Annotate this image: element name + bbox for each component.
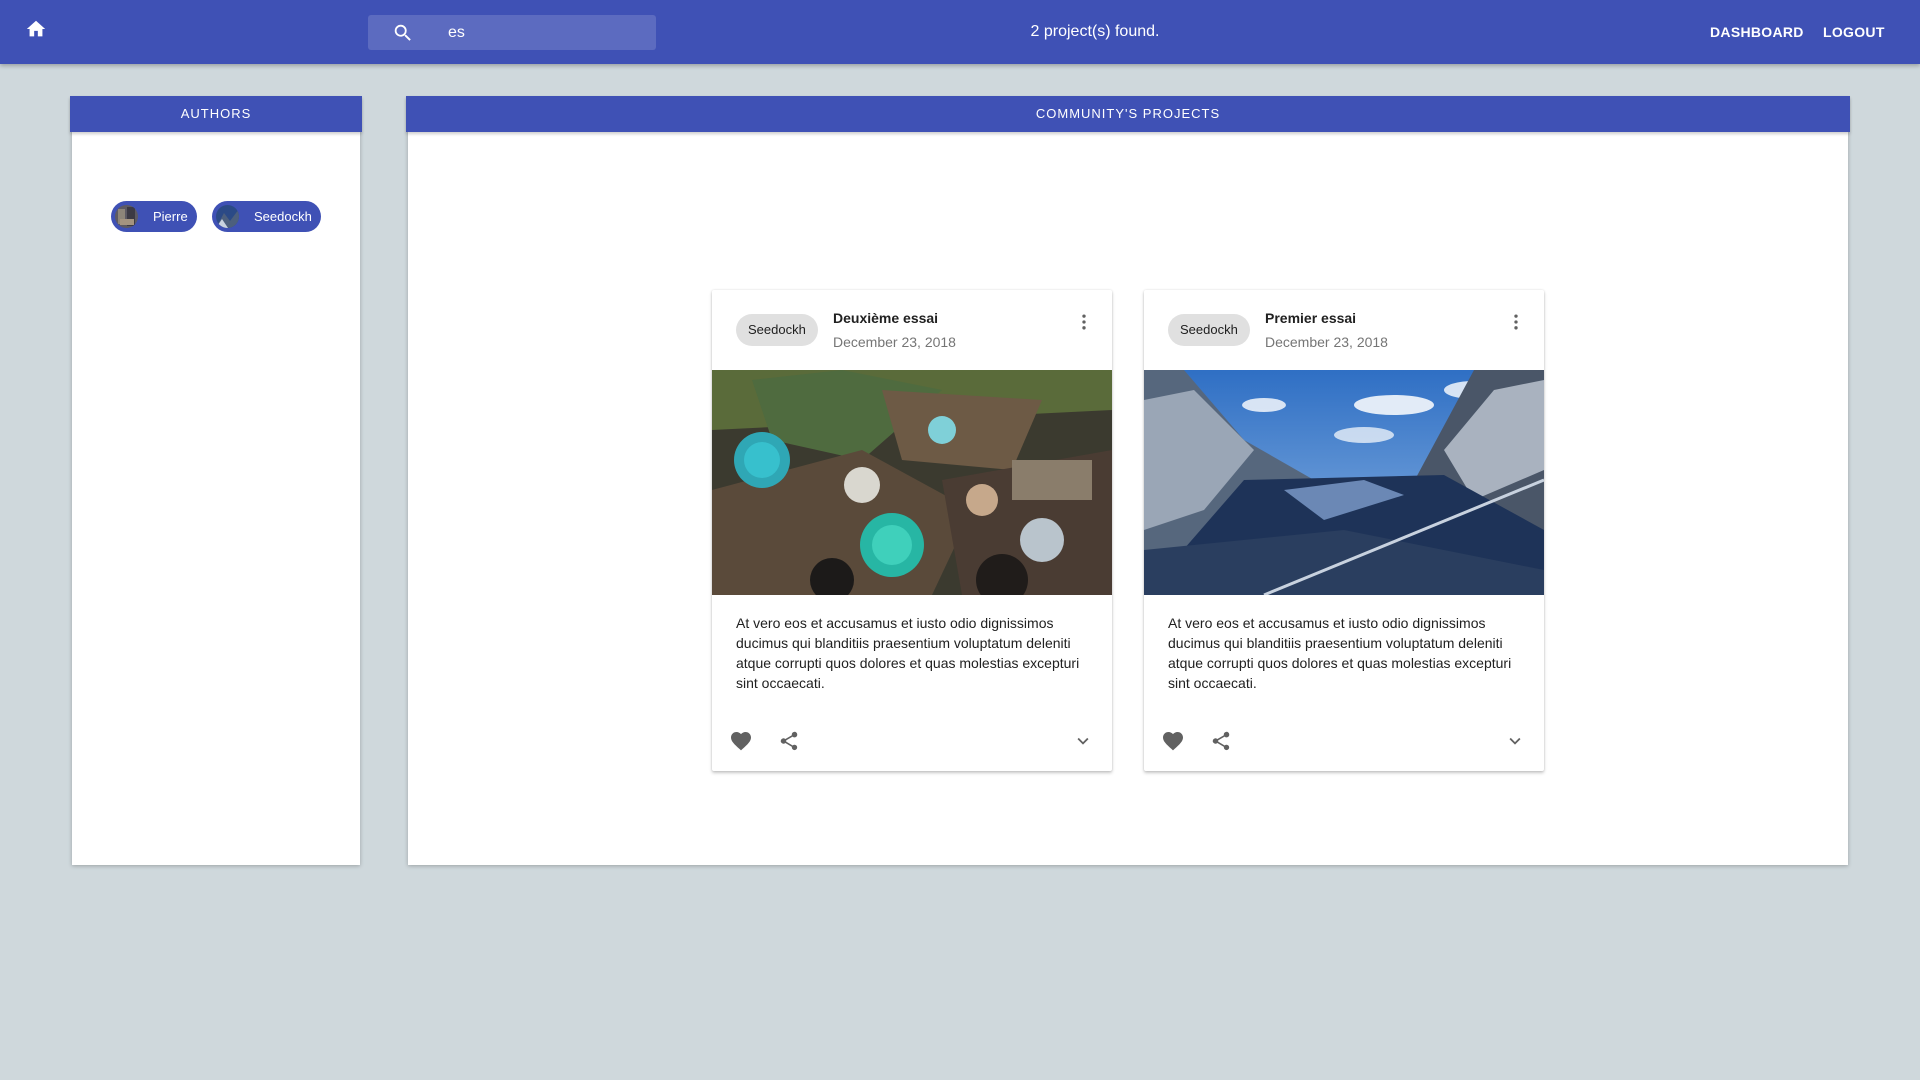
avatar	[216, 205, 239, 228]
card-title: Deuxième essai	[833, 310, 939, 326]
card-image	[1144, 370, 1544, 595]
card-image	[712, 370, 1112, 595]
expand-button[interactable]	[1068, 726, 1098, 756]
search-icon	[394, 24, 411, 41]
search-input[interactable]	[448, 15, 648, 50]
avatar	[115, 205, 138, 228]
search-result-count: 2 project(s) found.	[1030, 23, 1160, 40]
card-date: December 23, 2018	[1265, 334, 1388, 350]
heart-icon	[731, 732, 751, 751]
projects-panel: COMMUNITY'S PROJECTS Seedockh Deuxième e…	[406, 96, 1850, 865]
projects-panel-header: COMMUNITY'S PROJECTS	[406, 96, 1850, 132]
author-chip-pierre[interactable]: Pierre	[111, 201, 197, 232]
authors-panel: AUTHORS Pierre Seedockh	[70, 96, 362, 865]
card-date: December 23, 2018	[833, 334, 956, 350]
share-icon	[1212, 731, 1230, 751]
logout-link[interactable]: LOGOUT	[1823, 20, 1885, 44]
dashboard-link[interactable]: DASHBOARD	[1710, 20, 1804, 44]
like-button[interactable]	[1158, 726, 1188, 756]
share-icon	[780, 731, 798, 751]
search-bar[interactable]	[368, 15, 656, 50]
heart-icon	[1163, 732, 1183, 751]
home-button[interactable]	[22, 15, 50, 43]
project-card: Seedockh Deuxième essai December 23, 201…	[712, 290, 1112, 771]
home-icon	[26, 20, 46, 37]
share-button[interactable]	[1206, 726, 1236, 756]
chevron-down-icon	[1509, 737, 1521, 745]
like-button[interactable]	[726, 726, 756, 756]
card-author-chip[interactable]: Seedockh	[736, 314, 818, 346]
authors-panel-header: AUTHORS	[70, 96, 362, 132]
project-card: Seedockh Premier essai December 23, 2018	[1144, 290, 1544, 771]
share-button[interactable]	[774, 726, 804, 756]
app-bar: 2 project(s) found. DASHBOARD LOGOUT	[0, 0, 1920, 64]
more-vert-icon	[1514, 314, 1518, 330]
author-chip-label: Seedockh	[254, 209, 312, 224]
card-title: Premier essai	[1265, 310, 1357, 326]
card-menu-button[interactable]	[1072, 310, 1096, 334]
author-chip-seedockh[interactable]: Seedockh	[212, 201, 321, 232]
card-author-chip[interactable]: Seedockh	[1168, 314, 1250, 346]
expand-button[interactable]	[1500, 726, 1530, 756]
author-chip-label: Pierre	[153, 209, 188, 224]
card-description: At vero eos et accusamus et iusto odio d…	[1168, 615, 1512, 691]
chevron-down-icon	[1077, 737, 1089, 745]
card-description: At vero eos et accusamus et iusto odio d…	[736, 615, 1080, 691]
more-vert-icon	[1082, 314, 1086, 330]
card-menu-button[interactable]	[1504, 310, 1528, 334]
